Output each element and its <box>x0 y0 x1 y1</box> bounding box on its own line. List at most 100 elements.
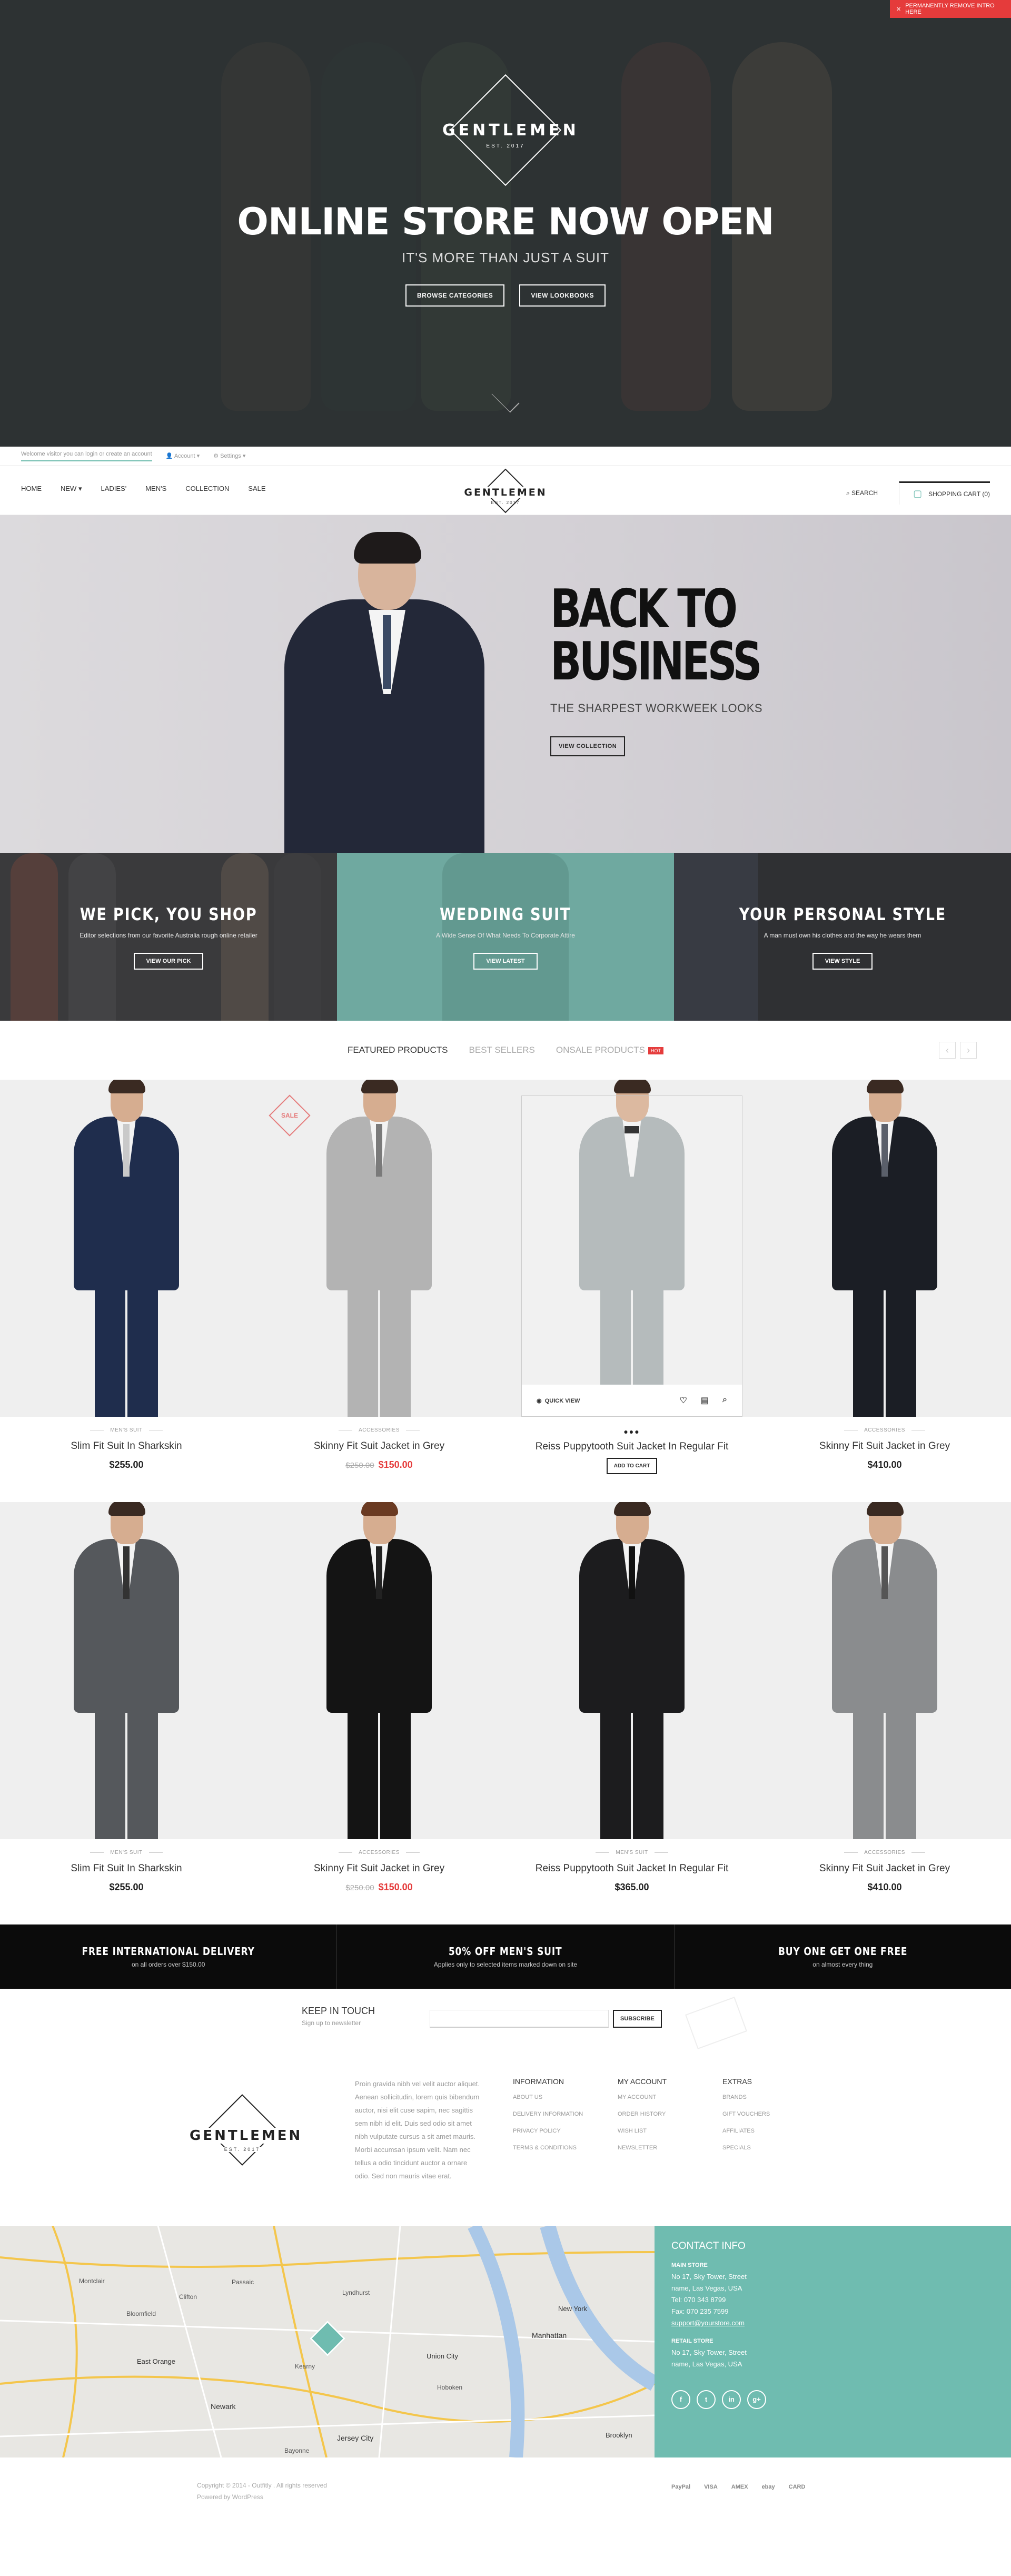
product-name[interactable]: Reiss Puppytooth Suit Jacket In Regular … <box>506 1441 758 1453</box>
nav-item-mens[interactable]: MEN'S <box>145 485 166 493</box>
product-image[interactable] <box>506 1502 758 1839</box>
product-name[interactable]: Skinny Fit Suit Jacket in Grey <box>758 1863 1011 1874</box>
view-our-pick-button[interactable]: VIEW OUR PICK <box>133 953 204 970</box>
map-label: Hoboken <box>437 2384 463 2391</box>
promo-title: YOUR PERSONAL STYLE <box>739 904 946 924</box>
site-logo[interactable]: GENTLEMEN EST. 2017 <box>461 468 550 514</box>
promo-label: PERMANENTLY REMOVE INTRO HERE <box>905 3 995 15</box>
product-image[interactable] <box>758 1502 1011 1839</box>
footer-link[interactable]: PRIVACY POLICY <box>513 2128 583 2134</box>
footer-link[interactable]: SPECIALS <box>722 2145 770 2151</box>
add-to-cart-button[interactable]: ADD TO CART <box>606 1458 658 1474</box>
product-image[interactable] <box>0 1080 253 1417</box>
promo-tile[interactable]: WE PICK, YOU SHOP Editor selections from… <box>0 853 337 1021</box>
search-label: SEARCH <box>851 489 878 497</box>
footer: GENTLEMEN EST. 2017 Proin gravida nibh v… <box>0 2047 1011 2226</box>
footer-link[interactable]: TERMS & CONDITIONS <box>513 2145 583 2151</box>
footer-link[interactable]: GIFT VOUCHERS <box>722 2111 770 2117</box>
tab-onsale-label: ONSALE PRODUCTS <box>556 1045 645 1055</box>
product-card[interactable]: MEN'S SUIT Slim Fit Suit In Sharkskin $2… <box>0 1080 253 1502</box>
search-icon[interactable]: ⌕ <box>722 1395 727 1406</box>
google-plus-icon[interactable]: g+ <box>747 2390 766 2409</box>
twitter-icon[interactable]: t <box>697 2390 716 2409</box>
footer-link[interactable]: WISH LIST <box>618 2128 667 2134</box>
product-card[interactable]: SALE ACCESSORIES Skinny Fit Suit Jacket … <box>253 1080 506 1502</box>
logo-est: EST. 2017 <box>190 2147 295 2152</box>
view-lookbooks-button[interactable]: VIEW LOOKBOOKS <box>519 284 606 307</box>
contact-fax: Fax: 070 235 7599 <box>671 2307 729 2315</box>
remove-intro-link[interactable]: ✕ PERMANENTLY REMOVE INTRO HERE <box>890 0 1011 18</box>
view-collection-button[interactable]: VIEW COLLECTION <box>550 736 626 756</box>
footer-link[interactable]: ABOUT US <box>513 2094 583 2100</box>
product-image[interactable] <box>758 1080 1011 1417</box>
amex-icon: AMEX <box>731 2484 748 2490</box>
welcome-text[interactable]: Welcome visitor you can login or create … <box>21 451 152 461</box>
nav-item-collection[interactable]: COLLECTION <box>185 485 229 493</box>
shopping-cart-button[interactable]: ▢ SHOPPING CART (0) <box>899 481 990 505</box>
product-card[interactable]: ACCESSORIES Skinny Fit Suit Jacket in Gr… <box>758 1502 1011 1924</box>
store-map[interactable]: Montclair Clifton Passaic Union City Man… <box>0 2226 655 2457</box>
product-name[interactable]: Skinny Fit Suit Jacket in Grey <box>253 1440 506 1452</box>
footer-link[interactable]: BRANDS <box>722 2094 770 2100</box>
settings-dropdown[interactable]: ⚙ Settings ▾ <box>213 452 245 459</box>
next-arrow-icon[interactable]: › <box>960 1042 977 1059</box>
bag-icon: ▢ <box>913 488 923 499</box>
prev-arrow-icon[interactable]: ‹ <box>939 1042 956 1059</box>
product-card[interactable]: ACCESSORIES Skinny Fit Suit Jacket in Gr… <box>253 1502 506 1924</box>
product-card[interactable]: MEN'S SUIT Reiss Puppytooth Suit Jacket … <box>506 1502 758 1924</box>
product-image[interactable]: ◉ QUICK VIEW ♡ ▤ ⌕ <box>506 1080 758 1417</box>
footer-logo[interactable]: GENTLEMEN EST. 2017 <box>190 2094 300 2166</box>
map-label: Manhattan <box>532 2331 567 2340</box>
view-latest-button[interactable]: VIEW LATEST <box>473 953 538 970</box>
tab-best-sellers[interactable]: BEST SELLERS <box>469 1045 535 1055</box>
service-item: BUY ONE GET ONE FREE on almost every thin… <box>675 1924 1011 1989</box>
logo-est: EST. 2017 <box>486 143 525 149</box>
footer-link[interactable]: AFFILIATES <box>722 2128 770 2134</box>
nav-item-home[interactable]: HOME <box>21 485 42 493</box>
service-text: on all orders over $150.00 <box>131 1961 205 1968</box>
view-style-button[interactable]: VIEW STYLE <box>812 953 873 970</box>
product-image[interactable]: SALE <box>253 1080 506 1417</box>
promo-tile[interactable]: YOUR PERSONAL STYLE A man must own his c… <box>674 853 1011 1021</box>
heart-icon[interactable]: ♡ <box>680 1395 687 1406</box>
footer-col-title: MY ACCOUNT <box>618 2077 667 2086</box>
nav-item-sale[interactable]: SALE <box>248 485 265 493</box>
product-image[interactable] <box>253 1502 506 1839</box>
contact-email-link[interactable]: support@yourstore.com <box>671 2317 994 2329</box>
newsletter-email-input[interactable] <box>430 2010 609 2028</box>
footer-link[interactable]: ORDER HISTORY <box>618 2111 667 2117</box>
product-price: $365.00 <box>614 1882 649 1892</box>
search-button[interactable]: ⌕ SEARCH <box>846 489 878 497</box>
footer-link[interactable]: DELIVERY INFORMATION <box>513 2111 583 2117</box>
color-dots[interactable]: ●●● <box>506 1427 758 1436</box>
product-image[interactable] <box>0 1502 253 1839</box>
linkedin-icon[interactable]: in <box>722 2390 741 2409</box>
product-card[interactable]: ◉ QUICK VIEW ♡ ▤ ⌕ ●●● Reiss Puppytooth … <box>506 1080 758 1502</box>
map-label: Kearny <box>295 2363 315 2370</box>
product-grid: MEN'S SUIT Slim Fit Suit In Sharkskin $2… <box>0 1080 1011 1924</box>
product-name[interactable]: Skinny Fit Suit Jacket in Grey <box>253 1863 506 1874</box>
browse-categories-button[interactable]: BROWSE CATEGORIES <box>405 284 505 307</box>
subscribe-button[interactable]: SUBSCRIBE <box>613 2010 662 2028</box>
product-name[interactable]: Slim Fit Suit In Sharkskin <box>0 1863 253 1874</box>
nav-item-ladies[interactable]: LADIES' <box>101 485 126 493</box>
tab-onsale-products[interactable]: ONSALE PRODUCTS HOT <box>556 1045 663 1055</box>
nav-item-new[interactable]: NEW ▾ <box>61 485 82 493</box>
facebook-icon[interactable]: f <box>671 2390 690 2409</box>
hero-title: ONLINE STORE NOW OPEN <box>237 200 774 243</box>
map-contact: Montclair Clifton Passaic Union City Man… <box>0 2226 1011 2457</box>
product-price: $410.00 <box>867 1459 902 1470</box>
quick-view-button[interactable]: ◉ QUICK VIEW <box>537 1397 580 1404</box>
footer-link[interactable]: MY ACCOUNT <box>618 2094 667 2100</box>
promo-tile[interactable]: WEDDING SUIT A Wide Sense Of What Needs … <box>337 853 674 1021</box>
compare-icon[interactable]: ▤ <box>701 1395 709 1406</box>
hover-frame: ◉ QUICK VIEW ♡ ▤ ⌕ <box>521 1095 742 1417</box>
product-name[interactable]: Reiss Puppytooth Suit Jacket In Regular … <box>506 1863 758 1874</box>
footer-link[interactable]: NEWSLETTER <box>618 2145 667 2151</box>
product-card[interactable]: MEN'S SUIT Slim Fit Suit In Sharkskin $2… <box>0 1502 253 1924</box>
account-dropdown[interactable]: 👤 Account ▾ <box>166 452 200 459</box>
product-name[interactable]: Slim Fit Suit In Sharkskin <box>0 1440 253 1452</box>
product-card[interactable]: ACCESSORIES Skinny Fit Suit Jacket in Gr… <box>758 1080 1011 1502</box>
product-name[interactable]: Skinny Fit Suit Jacket in Grey <box>758 1440 1011 1452</box>
tab-featured-products[interactable]: FEATURED PRODUCTS <box>348 1045 448 1055</box>
